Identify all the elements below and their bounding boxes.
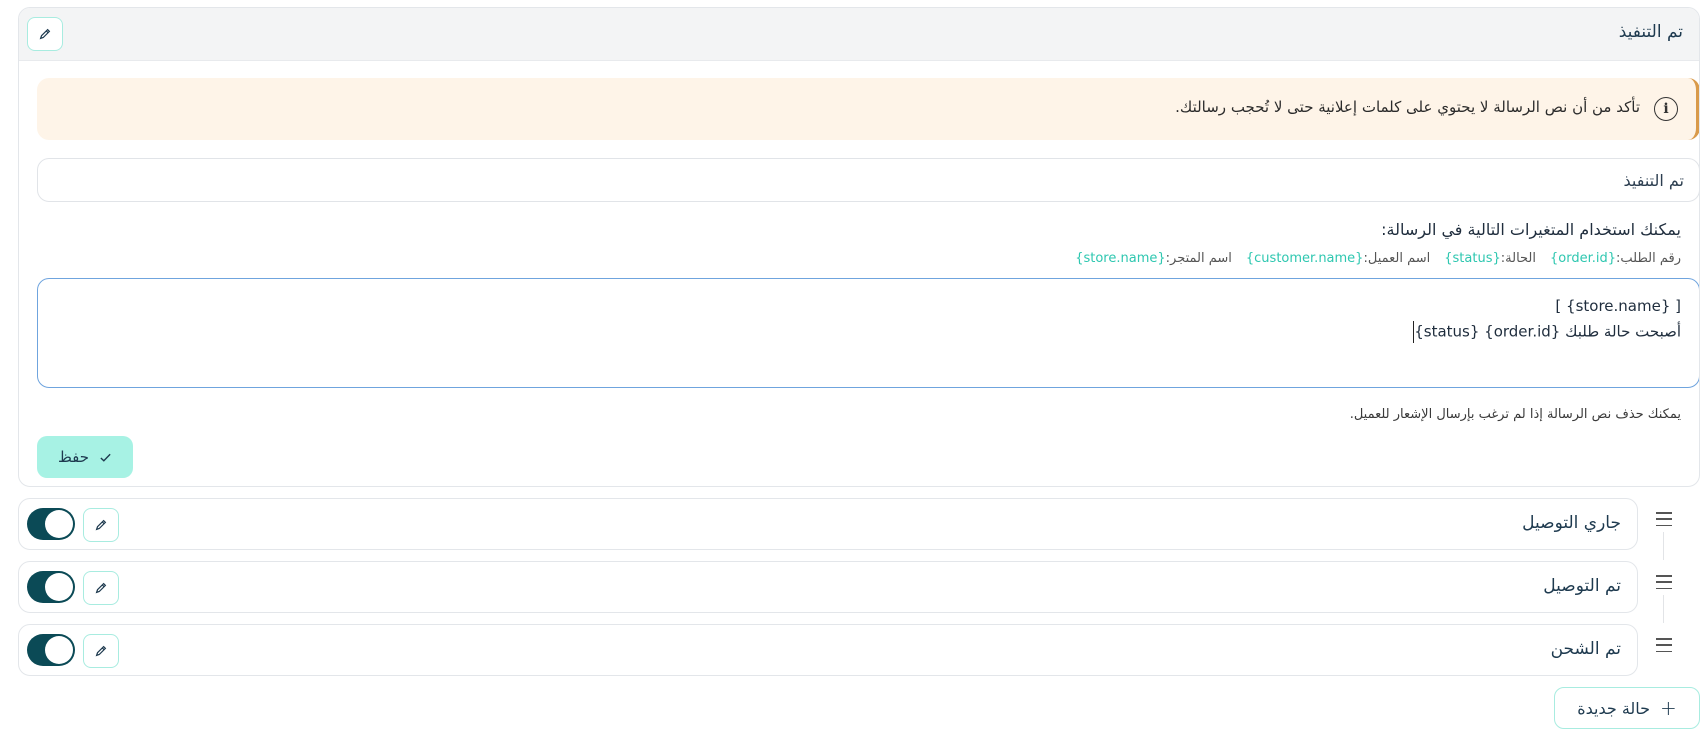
drag-connector bbox=[1663, 595, 1664, 623]
variable-code[interactable]: {customer.name} bbox=[1246, 251, 1364, 266]
toggle-knob bbox=[45, 636, 73, 664]
variable-status: الحالة: {status} bbox=[1444, 251, 1536, 266]
toggle-knob bbox=[45, 573, 73, 601]
variable-store-name: اسم المتجر: {store.name} bbox=[1075, 251, 1232, 266]
status-name-input[interactable] bbox=[37, 158, 1699, 202]
variables-list: رقم الطلب: {order.id} الحالة: {status} ا… bbox=[1075, 251, 1681, 266]
status-toggle[interactable] bbox=[27, 634, 75, 666]
pencil-icon bbox=[95, 645, 107, 657]
message-textarea[interactable]: [ {store.name} ] أصبحت حالة طلبك {order.… bbox=[37, 278, 1699, 388]
check-icon bbox=[100, 453, 111, 462]
panel-title: تم التنفيذ bbox=[1618, 22, 1683, 42]
drag-connector bbox=[1663, 532, 1664, 560]
warning-alert: i تأكد من أن نص الرسالة لا يحتوي على كلم… bbox=[37, 78, 1699, 140]
edit-button[interactable] bbox=[83, 508, 119, 542]
status-label: جاري التوصيل bbox=[1522, 513, 1621, 533]
save-button[interactable]: حفظ bbox=[37, 436, 133, 478]
pencil-icon bbox=[95, 582, 107, 594]
variable-code[interactable]: {status} bbox=[1444, 251, 1501, 266]
message-hint: يمكنك حذف نص الرسالة إذا لم ترغب بإرسال … bbox=[1349, 407, 1681, 422]
status-toggle[interactable] bbox=[27, 508, 75, 540]
variable-label: اسم العميل: bbox=[1363, 251, 1431, 266]
new-status-label: حالة جديدة bbox=[1577, 698, 1651, 718]
status-row: جاري التوصيل bbox=[18, 498, 1638, 550]
variable-code[interactable]: {order.id} bbox=[1550, 251, 1616, 266]
drag-handle-icon[interactable] bbox=[1656, 512, 1672, 526]
message-line: أصبحت حالة طلبك {order.id} {status} bbox=[1414, 322, 1681, 341]
variable-code[interactable]: {store.name} bbox=[1075, 251, 1165, 266]
save-button-label: حفظ bbox=[57, 448, 90, 466]
edit-button[interactable] bbox=[27, 17, 63, 51]
variable-order-id: رقم الطلب: {order.id} bbox=[1550, 251, 1681, 266]
panel-header: تم التنفيذ bbox=[19, 8, 1699, 61]
variable-customer-name: اسم العميل: {customer.name} bbox=[1246, 251, 1430, 266]
message-line: [ {store.name} ] bbox=[1555, 297, 1681, 315]
edit-button[interactable] bbox=[83, 571, 119, 605]
variable-label: اسم المتجر: bbox=[1165, 251, 1232, 266]
pencil-icon bbox=[95, 519, 107, 531]
plus-icon: + bbox=[1660, 696, 1677, 720]
info-icon: i bbox=[1654, 97, 1678, 121]
status-label: تم الشحن bbox=[1550, 639, 1621, 659]
status-editor-panel: تم التنفيذ i تأكد من أن نص الرسالة لا يح… bbox=[18, 7, 1700, 487]
toggle-knob bbox=[45, 510, 73, 538]
drag-handle-icon[interactable] bbox=[1656, 575, 1672, 589]
variable-label: الحالة: bbox=[1500, 251, 1537, 266]
drag-handle-icon[interactable] bbox=[1656, 638, 1672, 652]
edit-button[interactable] bbox=[83, 634, 119, 668]
status-label: تم التوصيل bbox=[1543, 576, 1621, 596]
pencil-icon bbox=[39, 28, 51, 40]
variables-title: يمكنك استخدام المتغيرات التالية في الرسا… bbox=[1381, 220, 1681, 239]
status-toggle[interactable] bbox=[27, 571, 75, 603]
status-row: تم الشحن bbox=[18, 624, 1638, 676]
alert-text: تأكد من أن نص الرسالة لا يحتوي على كلمات… bbox=[1175, 98, 1640, 116]
message-line-with-caret: أصبحت حالة طلبك {order.id} {status} bbox=[1411, 321, 1681, 343]
new-status-button[interactable]: + حالة جديدة bbox=[1554, 687, 1700, 729]
variable-label: رقم الطلب: bbox=[1616, 251, 1681, 266]
status-row: تم التوصيل bbox=[18, 561, 1638, 613]
